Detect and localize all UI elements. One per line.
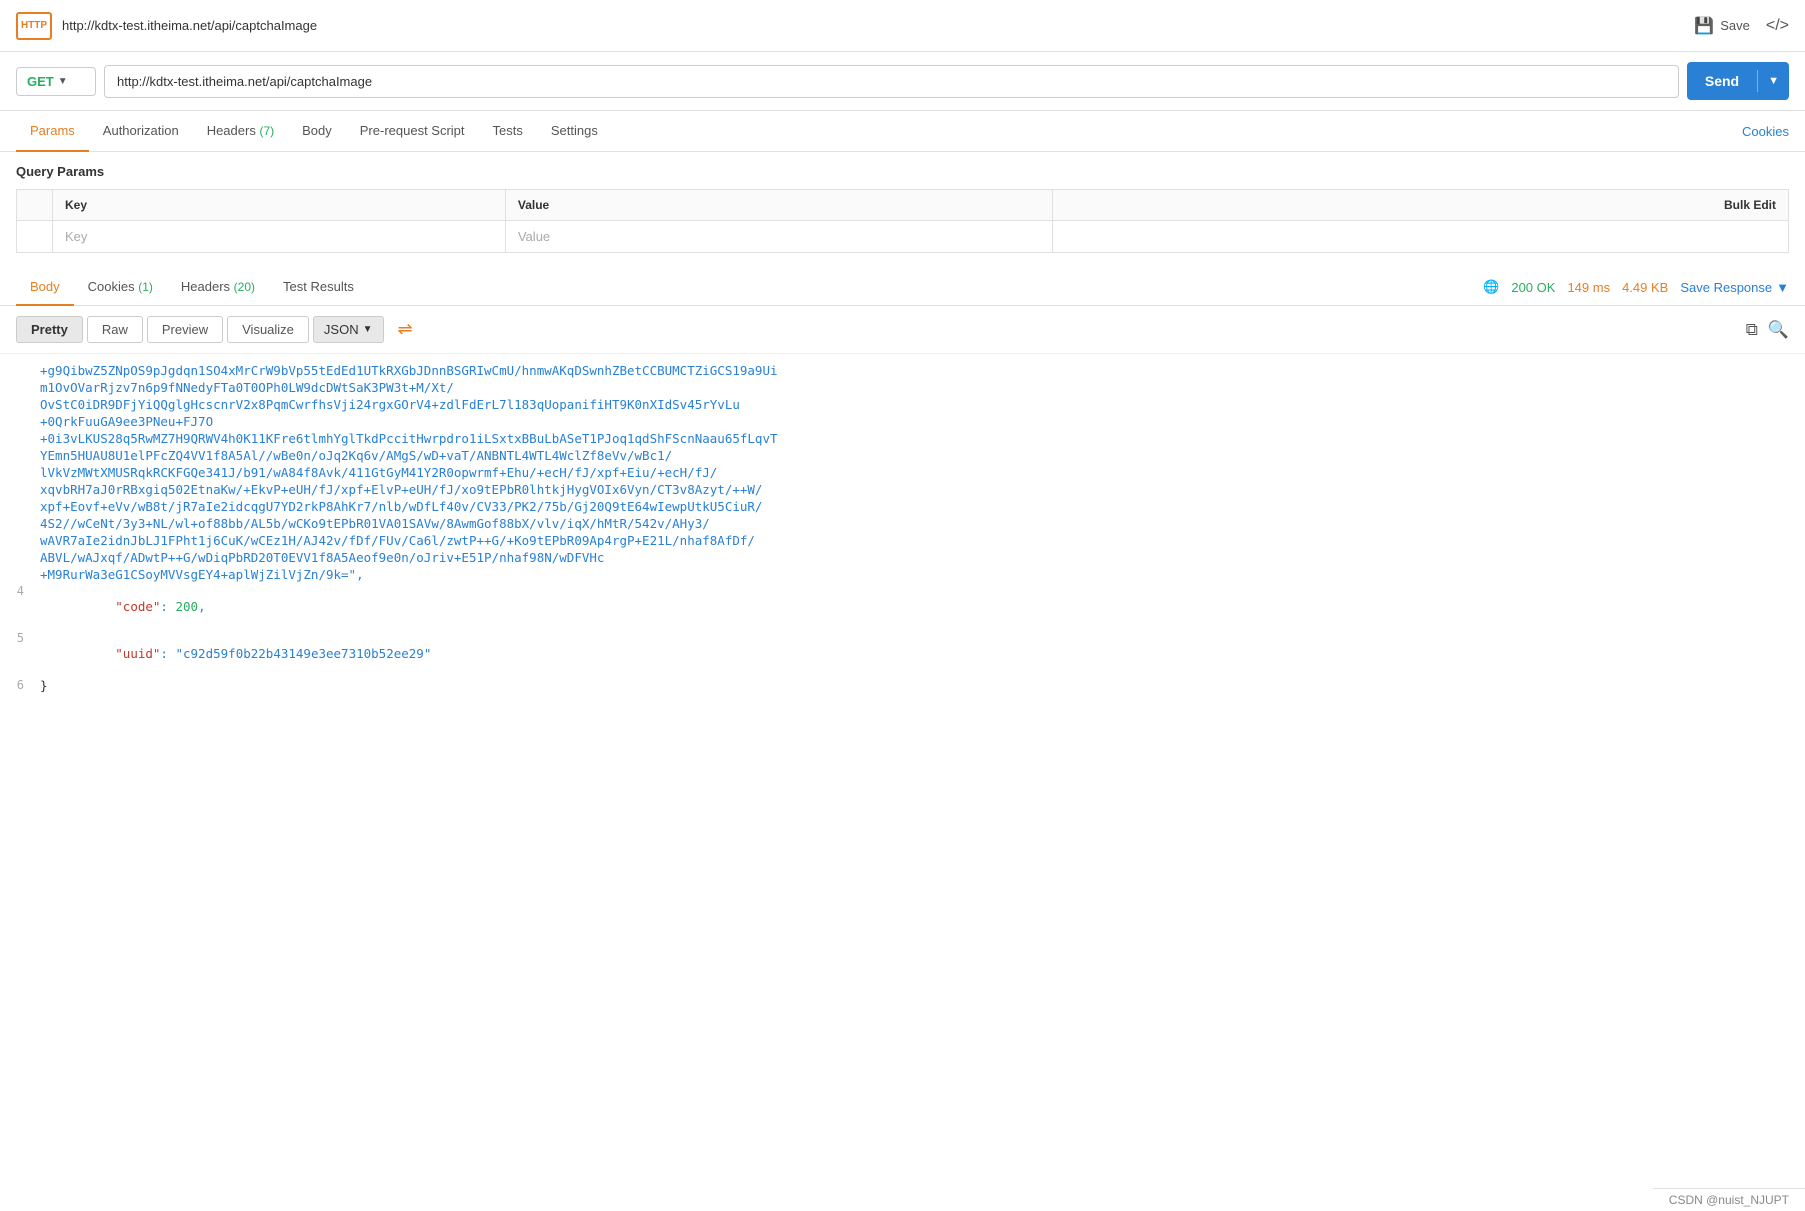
response-tab-test-results[interactable]: Test Results [269, 269, 368, 306]
params-col-key: Key [53, 190, 506, 221]
tab-headers[interactable]: Headers (7) [193, 111, 288, 152]
params-col-bulk[interactable]: Bulk Edit [1053, 190, 1789, 221]
code-line-b3: OvStC0iDR9DFjYiQQglgHcscnrV2x8PqmCwrfhsV… [0, 396, 1805, 413]
tabs-bar: Params Authorization Headers (7) Body Pr… [0, 111, 1805, 152]
code-icon[interactable]: </> [1766, 17, 1789, 35]
code-line-5: 5 "uuid": "c92d59f0b22b43149e3ee7310b52e… [0, 630, 1805, 677]
tab-settings[interactable]: Settings [537, 111, 612, 152]
query-params-section: Query Params Key Value Bulk Edit Key Val… [0, 152, 1805, 253]
response-status: 200 OK [1511, 280, 1555, 295]
globe-icon: 🌐 [1483, 279, 1499, 295]
code-line-b6: YEmn5HUAU8U1elPFcZQ4VV1f8A5Al//wBe0n/oJq… [0, 447, 1805, 464]
send-button[interactable]: Send ▼ [1687, 62, 1789, 100]
code-line-b9: xpf+Eovf+eVv/wB8t/jR7aIe2idcqgU7YD2rkP8A… [0, 498, 1805, 515]
tab-authorization[interactable]: Authorization [89, 111, 193, 152]
tab-body[interactable]: Body [288, 111, 346, 152]
format-bar: Pretty Raw Preview Visualize JSON ▼ ⇌ ⧉ … [0, 306, 1805, 354]
code-line-b10: 4S2//wCeNt/3y3+NL/wl+of88bb/AL5b/wCKo9tE… [0, 515, 1805, 532]
params-row-checkbox [17, 221, 53, 253]
tab-params[interactable]: Params [16, 111, 89, 152]
cookies-link[interactable]: Cookies [1742, 112, 1789, 151]
code-line-b2: m1OvOVarRjzv7n6p9fNNedyFTa0T0OPh0LW9dcDW… [0, 379, 1805, 396]
code-line-4: 4 "code": 200, [0, 583, 1805, 630]
params-key-input[interactable]: Key [53, 221, 506, 253]
response-tab-headers[interactable]: Headers (20) [167, 269, 269, 306]
top-bar-actions: 💾 Save </> [1694, 16, 1789, 36]
tab-pre-request-script[interactable]: Pre-request Script [346, 111, 479, 152]
save-response-chevron-icon: ▼ [1776, 280, 1789, 295]
top-bar: HTTP http://kdtx-test.itheima.net/api/ca… [0, 0, 1805, 52]
http-method-icon: HTTP [16, 12, 52, 40]
save-icon: 💾 [1694, 16, 1714, 36]
code-line-b8: xqvbRH7aJ0rRBxgiq502EtnaKw/+EkvP+eUH/fJ/… [0, 481, 1805, 498]
tab-tests[interactable]: Tests [479, 111, 537, 152]
response-time: 149 ms [1567, 280, 1610, 295]
search-icon[interactable]: 🔍 [1768, 320, 1789, 340]
format-select[interactable]: JSON ▼ [313, 316, 384, 343]
send-button-label: Send [1687, 70, 1758, 92]
code-line-b7: lVkVzMWtXMUSRqkRCKFGQe341J/b91/wA84f8Avk… [0, 464, 1805, 481]
format-chevron-icon: ▼ [363, 324, 373, 335]
code-line-b5: +0i3vLKUS28q5RwMZ7H9QRWV4h0K11KFre6tlmhY… [0, 430, 1805, 447]
params-empty-row: Key Value [17, 221, 1789, 253]
preview-button[interactable]: Preview [147, 316, 223, 343]
wrap-icon[interactable]: ⇌ [388, 314, 423, 345]
params-table: Key Value Bulk Edit Key Value [16, 189, 1789, 253]
save-button[interactable]: 💾 Save [1694, 16, 1750, 36]
request-bar: GET ▼ Send ▼ [0, 52, 1805, 111]
params-bulk-cell [1053, 221, 1789, 253]
pretty-button[interactable]: Pretty [16, 316, 83, 343]
response-tab-cookies[interactable]: Cookies (1) [74, 269, 167, 306]
top-bar-url: http://kdtx-test.itheima.net/api/captcha… [62, 18, 1678, 33]
code-line-b1: +g9QibwZ5ZNpOS9pJgdqn1SO4xMrCrW9bVp55tEd… [0, 362, 1805, 379]
response-tab-body[interactable]: Body [16, 269, 74, 306]
code-line-b4: +0QrkFuuGA9ee3PNeu+FJ7O [0, 413, 1805, 430]
method-select[interactable]: GET ▼ [16, 67, 96, 96]
code-line-b11: wAVR7aIe2idnJbLJ1FPht1j6CuK/wCEz1H/AJ42v… [0, 532, 1805, 549]
visualize-button[interactable]: Visualize [227, 316, 309, 343]
url-input[interactable] [104, 65, 1679, 98]
bottom-bar: CSDN @nuist_NJUPT [1653, 1188, 1805, 1211]
params-col-checkbox [17, 190, 53, 221]
query-params-title: Query Params [16, 164, 1789, 179]
response-body: +g9QibwZ5ZNpOS9pJgdqn1SO4xMrCrW9bVp55tEd… [0, 354, 1805, 702]
params-col-value: Value [505, 190, 1052, 221]
send-dropdown-icon[interactable]: ▼ [1758, 70, 1789, 92]
code-line-b13: +M9RurWa3eG1CSoyMVVsgEY4+aplWjZilVjZn/9k… [0, 566, 1805, 583]
response-meta: 🌐 200 OK 149 ms 4.49 KB Save Response ▼ [1483, 279, 1789, 295]
format-bar-right: ⧉ 🔍 [1746, 320, 1789, 340]
params-value-input[interactable]: Value [505, 221, 1052, 253]
raw-button[interactable]: Raw [87, 316, 143, 343]
method-chevron-icon: ▼ [58, 76, 68, 87]
code-line-6: 6 } [0, 677, 1805, 694]
response-tabs-bar: Body Cookies (1) Headers (20) Test Resul… [0, 269, 1805, 306]
copy-icon[interactable]: ⧉ [1746, 320, 1758, 340]
response-size: 4.49 KB [1622, 280, 1668, 295]
code-line-b12: ABVL/wAJxqf/ADwtP++G/wDiqPbRD20T0EVV1f8A… [0, 549, 1805, 566]
save-response-button[interactable]: Save Response ▼ [1680, 280, 1789, 295]
